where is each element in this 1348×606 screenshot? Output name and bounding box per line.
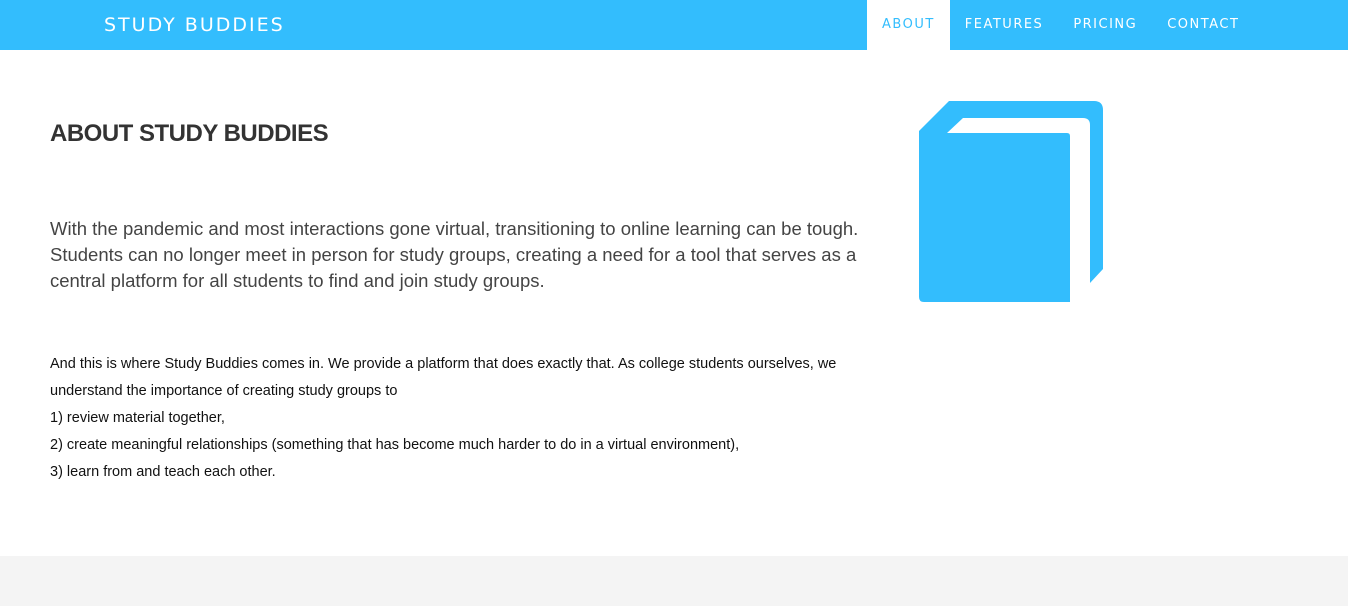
nav-item-features[interactable]: FEATURES (950, 0, 1059, 50)
nav-menu: ABOUT FEATURES PRICING CONTACT (867, 0, 1254, 50)
brand-logo[interactable]: STUDY BUDDIES (104, 0, 285, 50)
lead-paragraph: With the pandemic and most interactions … (50, 218, 859, 291)
point-item: 2) create meaningful relationships (some… (50, 437, 740, 453)
intro-paragraph: And this is where Study Buddies comes in… (50, 356, 837, 399)
point-item: 3) learn from and teach each other. (50, 464, 276, 480)
navbar: STUDY BUDDIES ABOUT FEATURES PRICING CON… (0, 0, 1348, 50)
about-body: And this is where Study Buddies comes in… (50, 351, 870, 486)
footer-band (0, 556, 1348, 606)
book-icon (919, 101, 1103, 302)
page-title: ABOUT STUDY BUDDIES (50, 120, 329, 147)
nav-item-about[interactable]: ABOUT (867, 0, 950, 50)
nav-item-pricing[interactable]: PRICING (1058, 0, 1152, 50)
nav-item-contact[interactable]: CONTACT (1152, 0, 1254, 50)
point-item: 1) review material together, (50, 410, 225, 426)
